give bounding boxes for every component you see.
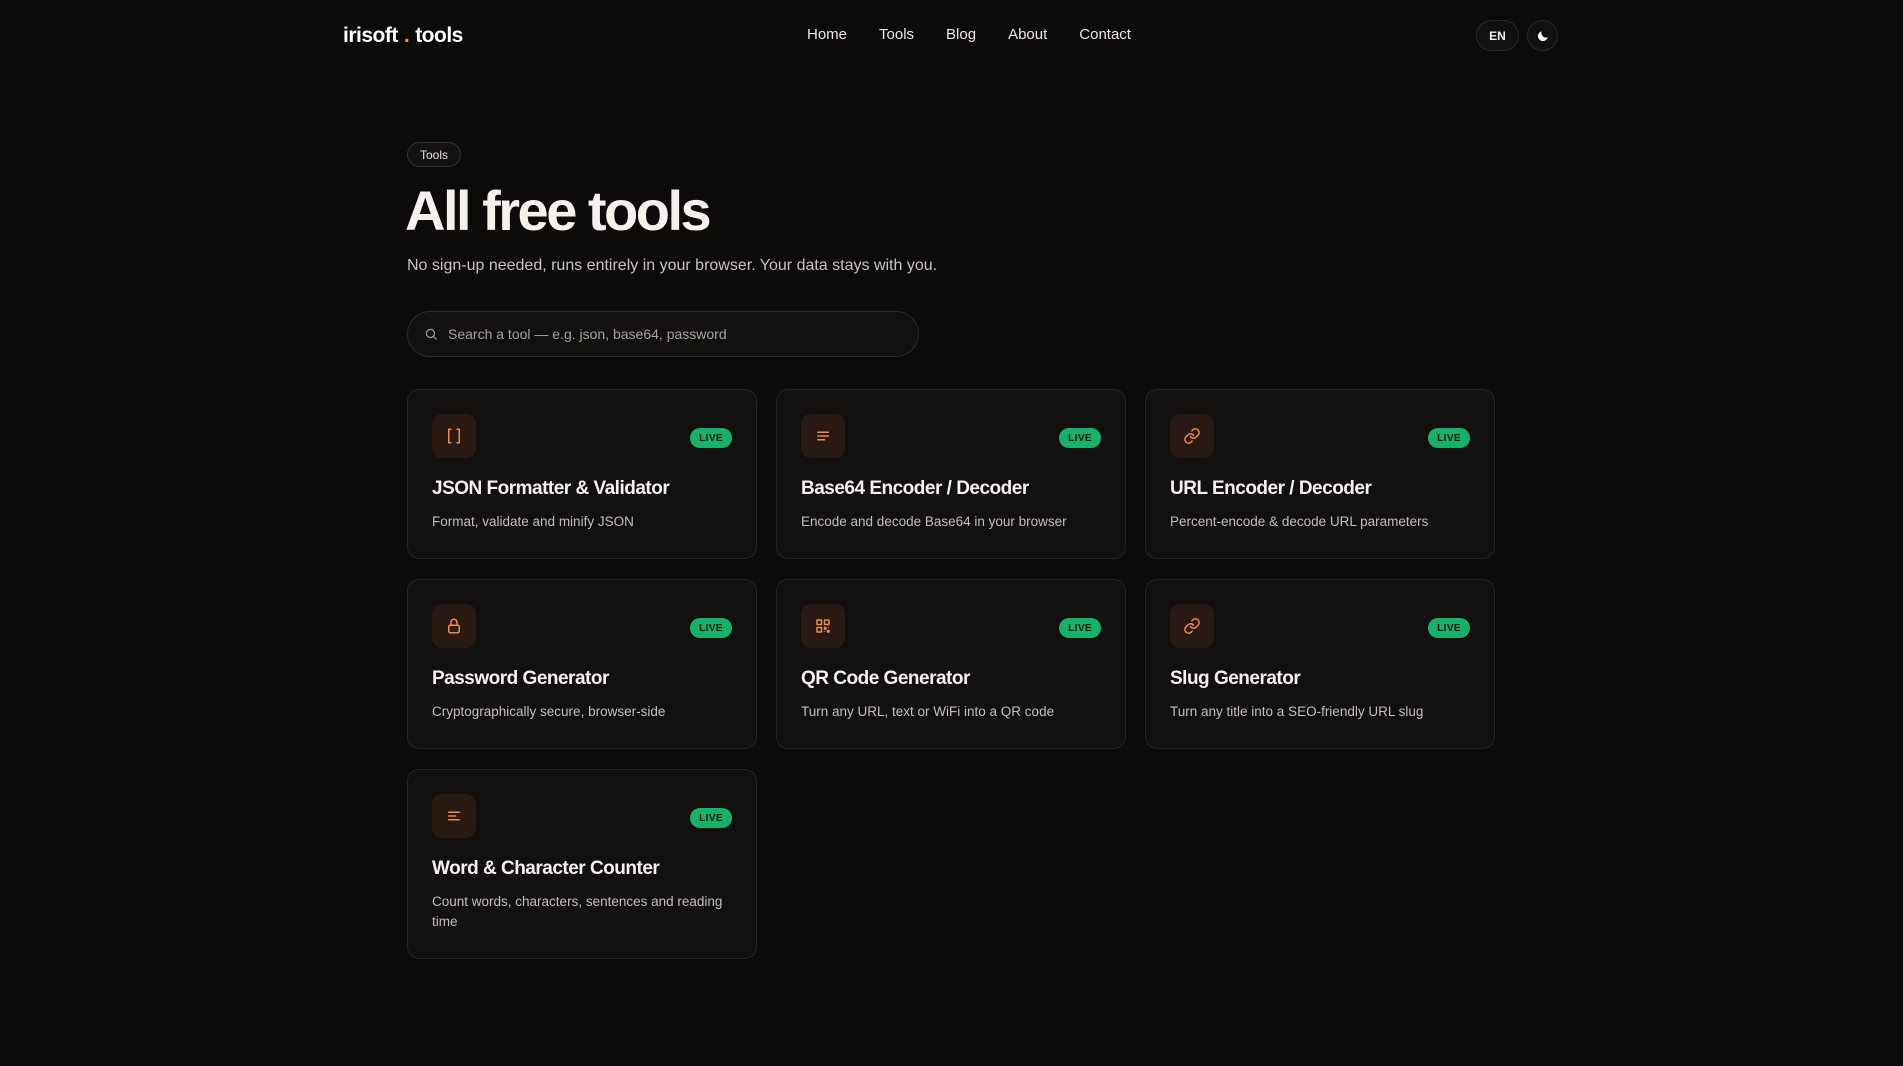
tool-description: Turn any URL, text or WiFi into a QR cod… [801,704,1055,719]
tool-description: Count words, characters, sentences and r… [432,894,723,929]
link-icon [1183,427,1201,445]
tool-title: JSON Formatter & Validator [432,478,670,499]
search-box[interactable] [407,311,919,357]
site-header: irisoft. tools Home Tools Blog About Cont… [0,0,1903,72]
tool-card-base64[interactable]: LIVE Base64 Encoder / Decoder Encode and… [776,389,1126,559]
brand-left: irisoft [343,24,398,47]
live-badge: LIVE [1059,618,1101,638]
main-nav: Home Tools Blog About Contact [807,26,1131,43]
tool-card-url[interactable]: LIVE URL Encoder / Decoder Percent-encod… [1145,389,1495,559]
nav-about[interactable]: About [1008,26,1047,43]
tool-title: Slug Generator [1170,668,1301,689]
nav-blog[interactable]: Blog [946,26,976,43]
tool-title: Word & Character Counter [432,858,660,879]
language-button[interactable]: EN [1476,20,1519,51]
tool-icon-tile [801,604,845,648]
tool-card-password[interactable]: LIVE Password Generator Cryptographicall… [407,579,757,749]
breadcrumb[interactable]: Tools [407,142,462,167]
page-title: All free tools [405,179,712,242]
nav-home[interactable]: Home [807,26,847,43]
tool-icon-tile [1170,604,1214,648]
theme-toggle-button[interactable] [1527,20,1558,51]
tool-card-qr[interactable]: LIVE QR Code Generator Turn any URL, tex… [776,579,1126,749]
live-badge: LIVE [690,618,732,638]
tool-icon-tile [432,414,476,458]
tools-grid: LIVE JSON Formatter & Validator Format, … [407,389,1495,959]
text-align-icon [445,807,463,825]
brackets-icon [445,427,463,445]
tool-icon-tile [432,794,476,838]
qr-code-icon [814,617,832,635]
link-icon [1183,617,1201,635]
tool-title: QR Code Generator [801,668,970,689]
live-badge: LIVE [1059,428,1101,448]
live-badge: LIVE [1428,428,1470,448]
tool-description: Percent-encode & decode URL parameters [1170,514,1429,529]
tool-card-json[interactable]: LIVE JSON Formatter & Validator Format, … [407,389,757,559]
search-input[interactable] [448,326,888,342]
page-subtitle: No sign-up needed, runs entirely in your… [407,257,938,274]
brand-logo[interactable]: irisoft. tools [343,24,463,48]
live-badge: LIVE [1428,618,1470,638]
tool-title: URL Encoder / Decoder [1170,478,1372,499]
tool-description: Cryptographically secure, browser-side [432,704,666,719]
brand-right: tools [415,24,463,47]
tool-card-slug[interactable]: LIVE Slug Generator Turn any title into … [1145,579,1495,749]
tool-icon-tile [432,604,476,648]
nav-tools[interactable]: Tools [879,26,914,43]
lines-icon [814,427,832,445]
tool-icon-tile [801,414,845,458]
tool-title: Base64 Encoder / Decoder [801,478,1029,499]
live-badge: LIVE [690,808,732,828]
search-icon [424,327,438,341]
tool-description: Format, validate and minify JSON [432,514,634,529]
tool-icon-tile [1170,414,1214,458]
nav-contact[interactable]: Contact [1079,26,1131,43]
tool-title: Password Generator [432,668,609,689]
brand-dot: . [403,24,410,47]
lock-icon [445,617,463,635]
live-badge: LIVE [690,428,732,448]
tool-card-word-counter[interactable]: LIVE Word & Character Counter Count word… [407,769,757,959]
moon-icon [1536,29,1550,43]
tool-description: Encode and decode Base64 in your browser [801,514,1067,529]
tool-description: Turn any title into a SEO-friendly URL s… [1170,704,1424,719]
